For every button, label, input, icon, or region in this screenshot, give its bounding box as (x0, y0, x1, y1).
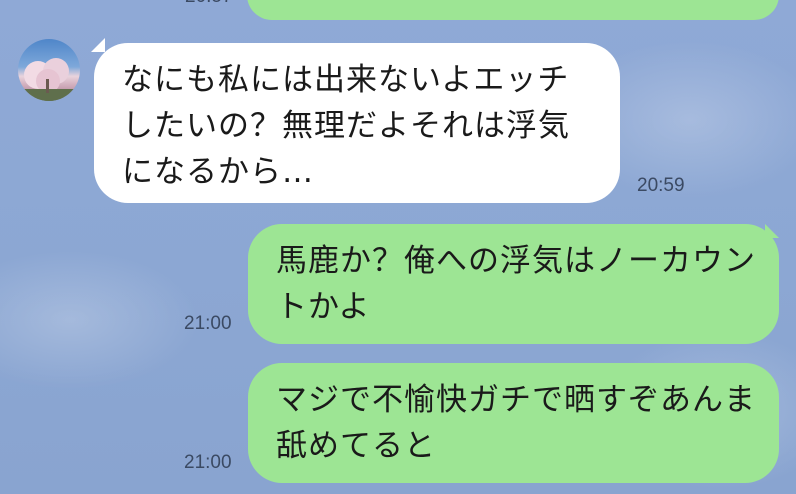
message-text: マジで不愉快ガチで晒すぞあんま舐めてると (276, 382, 756, 464)
message-timestamp: 21:00 (184, 313, 232, 334)
outgoing-message-bubble[interactable]: 馬鹿か？俺への浮気はノーカウントかよ (248, 224, 779, 344)
outgoing-message-bubble[interactable]: マジで不愉快ガチで晒すぞあんま舐めてると (248, 363, 779, 483)
previous-outgoing-bubble[interactable] (247, 0, 779, 20)
message-timestamp: 21:00 (184, 452, 232, 473)
background-cloud (0, 250, 200, 390)
message-text: なにも私には出来ないよエッチしたいの？無理だよそれは浮気になるから… (122, 62, 570, 190)
incoming-message-bubble[interactable]: なにも私には出来ないよエッチしたいの？無理だよそれは浮気になるから… (94, 43, 620, 203)
cherry-blossom-photo-icon (18, 58, 80, 101)
message-timestamp: 20:57 (185, 0, 233, 8)
message-text: 馬鹿か？俺への浮気はノーカウントかよ (276, 243, 756, 325)
message-timestamp: 20:59 (637, 175, 685, 196)
incoming-bubble-tail (91, 38, 105, 52)
contact-avatar[interactable] (18, 39, 80, 101)
